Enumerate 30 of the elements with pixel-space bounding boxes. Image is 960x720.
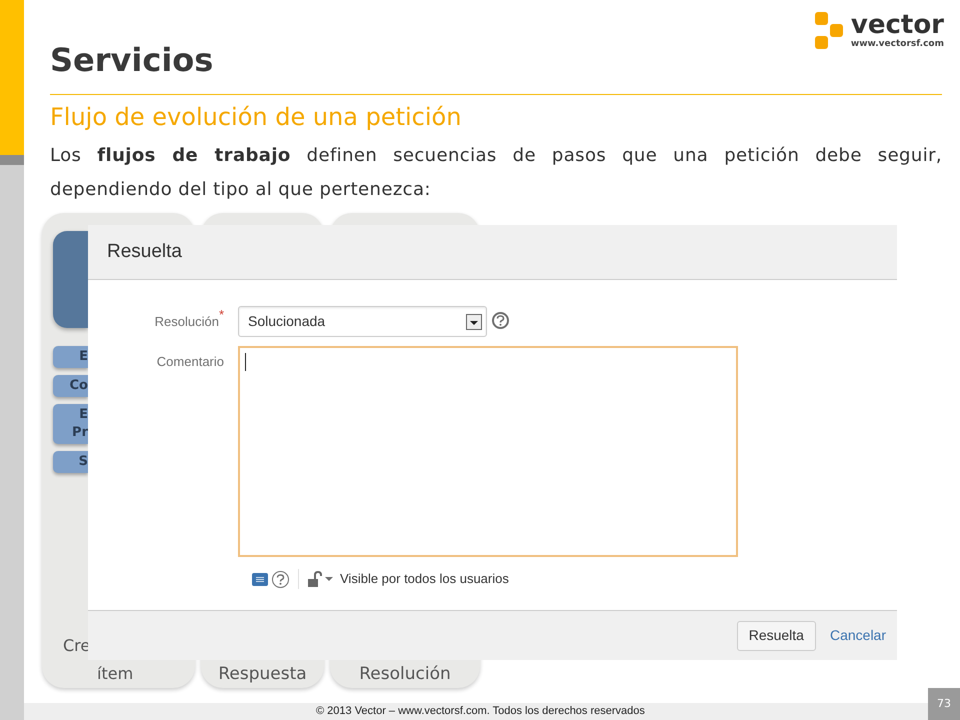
help-icon[interactable] bbox=[492, 312, 509, 329]
step-label: Respuesta bbox=[218, 665, 307, 683]
body-paragraph: Los flujos de trabajo definen secuencias de pasos que una petición debe seguir, dependiendo del tipo al que pertenezca: bbox=[50, 144, 942, 202]
field-label: Comentario bbox=[156, 354, 224, 370]
slide-subtitle: Flujo de evolución de una petición bbox=[50, 102, 462, 133]
logo-url: www.vectorsf.com bbox=[850, 38, 944, 50]
page-number: 73 bbox=[928, 688, 960, 720]
slide-title: Servicios bbox=[50, 40, 214, 80]
step-label: ítem bbox=[96, 665, 134, 683]
caret-icon bbox=[325, 576, 333, 582]
cancel-link[interactable]: Cancelar bbox=[830, 625, 886, 646]
button-label: S bbox=[78, 453, 88, 471]
step-label: Resolución bbox=[359, 665, 451, 683]
logo-icon bbox=[814, 12, 845, 52]
field-label: Resolución bbox=[154, 314, 219, 330]
button-label: Co bbox=[68, 377, 88, 395]
text-cursor bbox=[245, 353, 246, 371]
button-label: Pr bbox=[71, 424, 88, 442]
dropdown-field[interactable]: Solucionada bbox=[238, 306, 487, 337]
dialog-title: Resuelta bbox=[107, 240, 182, 264]
logo-wordmark: vector bbox=[850, 12, 944, 38]
required-mark: * bbox=[218, 310, 224, 320]
resolve-button[interactable]: Resuelta bbox=[736, 620, 816, 650]
unlocked-padlock-icon bbox=[308, 571, 322, 587]
text-format-icon[interactable] bbox=[252, 572, 268, 586]
button-label: E bbox=[78, 406, 88, 424]
footer-text: © 2013 Vector – www.vectorsf.com. Todos los derechos reservados bbox=[24, 703, 928, 720]
visibility-dropdown[interactable]: Visible por todos los usuarios bbox=[308, 569, 509, 589]
button-label: E bbox=[78, 348, 88, 366]
help-icon[interactable] bbox=[272, 570, 289, 588]
